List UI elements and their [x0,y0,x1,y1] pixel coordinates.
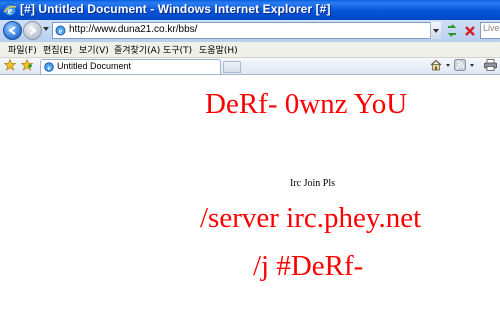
favorites-star-icon[interactable] [4,59,16,71]
channel-command: /j #DeRf- [253,250,364,282]
menu-favorites[interactable]: 즐겨찾기(A) [114,43,160,56]
menu-help[interactable]: 도움말(H) [199,43,238,56]
feeds-icon[interactable] [454,59,466,71]
feeds-dropdown[interactable] [470,64,474,67]
menu-edit[interactable]: 편집(E) [43,43,72,56]
svg-text:e: e [59,27,63,36]
page-icon: e [55,25,66,36]
page-content: DeRf- 0wnz YoU Irc Join Pls /server irc.… [0,75,500,320]
window-title: [#] Untitled Document - Windows Internet… [20,2,331,16]
tab-untitled-document[interactable]: e Untitled Document [40,59,221,74]
url-text: http://www.duna21.co.kr/bbs/ [69,24,198,35]
menu-file[interactable]: 파일(F) [8,43,37,56]
menu-bar: 파일(F) 편집(E) 보기(V) 즐겨찾기(A) 도구(T) 도움말(H) [0,42,500,58]
page-headline: DeRf- 0wnz YoU [205,88,408,120]
search-input[interactable]: Live Search [480,22,500,39]
forward-button[interactable] [23,21,42,40]
address-dropdown-button[interactable] [430,22,441,39]
tab-label: Untitled Document [57,61,132,71]
svg-text:e: e [47,64,50,72]
forward-arrow-icon [29,26,37,35]
menu-tools[interactable]: 도구(T) [163,43,192,56]
ie-icon: e [3,3,17,17]
navigation-bar: e http://www.duna21.co.kr/bbs/ Live Sear… [0,20,500,42]
new-tab-button[interactable] [223,61,241,73]
irc-note: Irc Join Pls [290,178,335,189]
printer-icon[interactable] [484,59,497,71]
page-icon: e [44,62,54,72]
recent-pages-dropdown[interactable] [43,27,49,31]
menu-view[interactable]: 보기(V) [79,43,109,56]
add-favorites-icon[interactable] [21,59,33,71]
command-bar: e Untitled Document [0,58,500,75]
window-titlebar[interactable]: e [#] Untitled Document - Windows Intern… [0,0,500,20]
refresh-icon[interactable] [444,22,460,39]
address-field[interactable]: e http://www.duna21.co.kr/bbs/ [52,22,440,39]
stop-icon[interactable] [462,22,478,39]
server-command: /server irc.phey.net [200,202,422,234]
back-button[interactable] [3,21,22,40]
back-arrow-icon [8,26,16,35]
home-icon[interactable] [430,59,442,71]
home-dropdown[interactable] [446,64,450,67]
